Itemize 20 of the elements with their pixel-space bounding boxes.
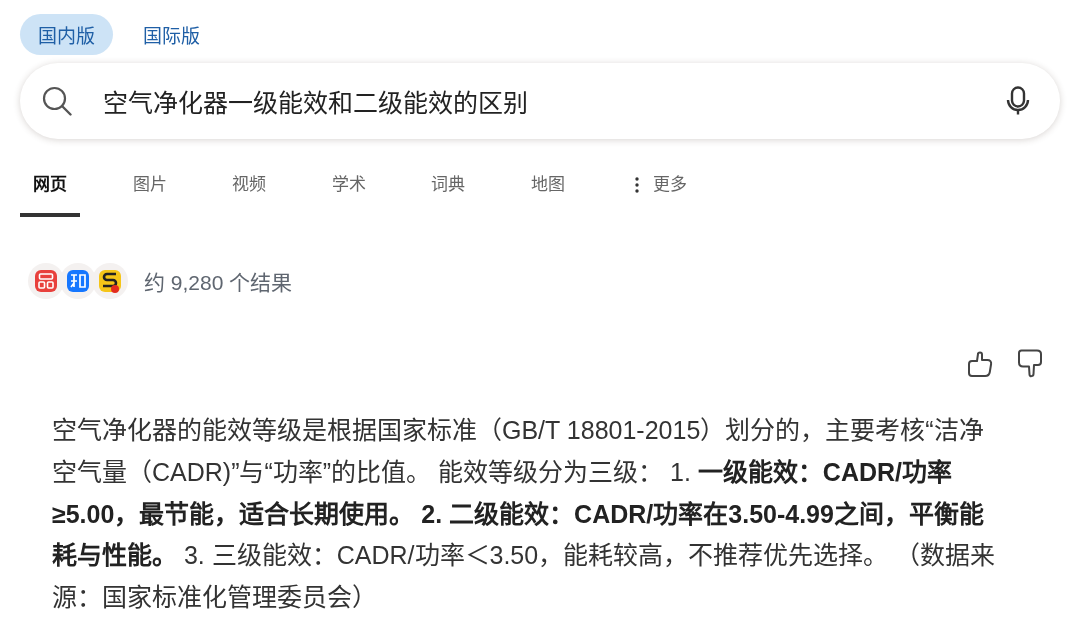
app-logo-icon <box>92 263 128 299</box>
version-tab[interactable]: 国内版 <box>20 14 113 55</box>
thumbs-up-icon[interactable] <box>966 349 994 379</box>
nav-tab[interactable]: 图片 <box>119 164 180 217</box>
version-tab[interactable]: 国际版 <box>125 14 218 55</box>
more-menu-tab[interactable]: 更多 <box>617 164 700 217</box>
answer-text: 空气净化器的能效等级是根据国家标准（GB/T 18801-2015）划分的，主要考核“洁净空气量（CADR)”与“功率”的比值。 能效等级分为三级： 1. 一级能效：CADR/功率≥5.00，最节能，适合长期使用。 2. 二级能效：CADR/功率在3.50-4.99之间，平衡能耗与性能。 3. 三级能效：CADR/功率＜3.50，能耗较高，不推荐优先选择。 （数据来源：国家标准化管理委员会） <box>52 415 997 614</box>
kebab-icon <box>635 177 639 193</box>
nav-tab[interactable]: 学术 <box>318 164 379 217</box>
nav-tab[interactable]: 词典 <box>418 164 478 217</box>
search-input[interactable]: 空气净化器一级能效和二级能效的区别 <box>103 83 986 119</box>
thumbs-down-icon[interactable] <box>1016 349 1044 379</box>
nav-tab[interactable]: 视频 <box>219 164 279 217</box>
search-icon <box>42 86 72 116</box>
microphone-icon[interactable] <box>1006 86 1030 116</box>
app-logo-icon <box>28 263 64 299</box>
app-logo-icon <box>60 263 96 299</box>
result-count: 约 9,280 个结果 <box>144 270 293 296</box>
nav-tab[interactable]: 网页 <box>20 164 80 217</box>
nav-tab[interactable]: 地图 <box>517 164 578 217</box>
